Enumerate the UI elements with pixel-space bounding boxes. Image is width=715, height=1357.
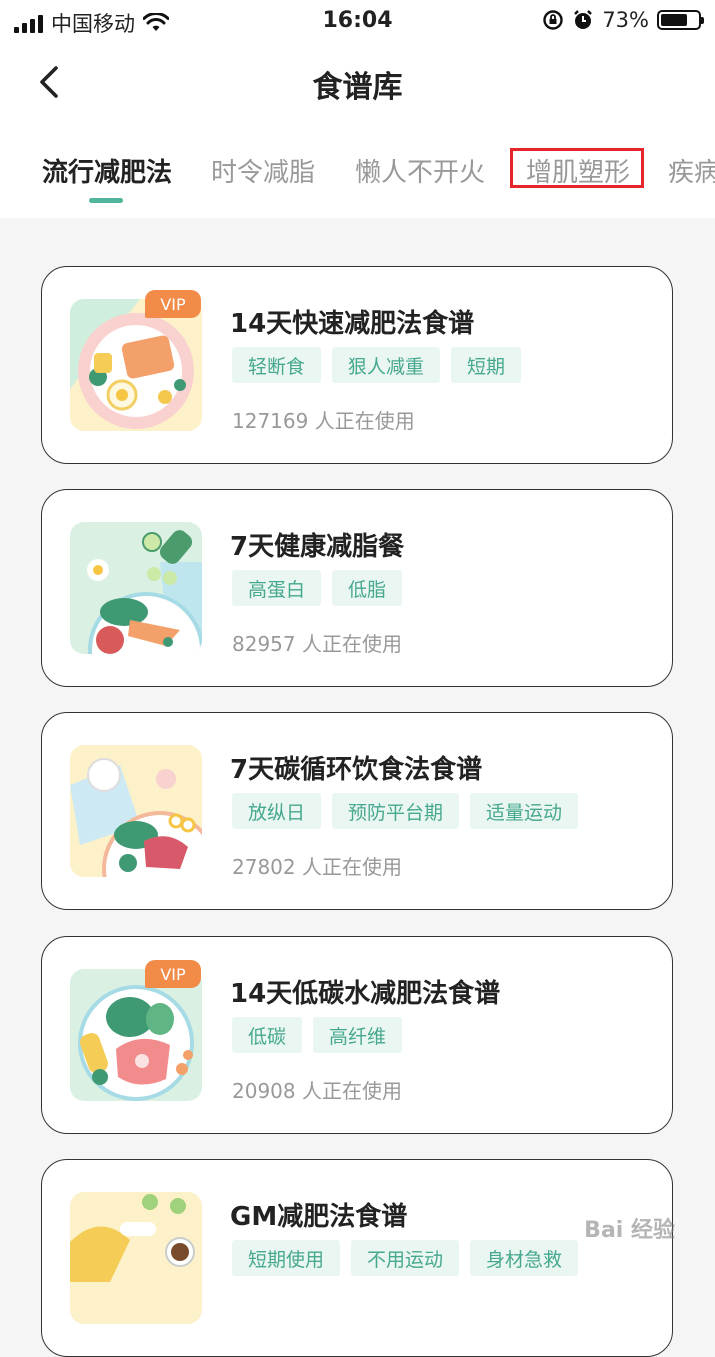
recipe-tags: 高蛋白 低脂 — [232, 570, 403, 606]
recipe-title: 7天碳循环饮食法食谱 — [230, 755, 483, 785]
recipe-tag: 低碳 — [232, 1017, 303, 1053]
vip-badge: VIP — [145, 960, 201, 988]
recipe-tag: 不用运动 — [351, 1240, 460, 1276]
active-tab-indicator — [89, 198, 123, 203]
category-tabs: 流行减肥法 时令减脂 懒人不开火 增肌塑形 疾病 — [0, 126, 715, 218]
recipe-tag: 高纤维 — [313, 1017, 403, 1053]
recipe-tags: 低碳 高纤维 — [232, 1017, 403, 1053]
recipe-tags: 轻断食 狠人减重 短期 — [232, 347, 522, 383]
tab-no-cook[interactable]: 懒人不开火 — [355, 152, 485, 189]
recipe-tags: 放纵日 预防平台期 适量运动 — [232, 793, 579, 829]
recipe-card[interactable]: VIP 14天低碳水减肥法食谱 低碳 高纤维 20908 人正在使用 — [41, 936, 673, 1134]
recipe-tag: 预防平台期 — [332, 793, 460, 829]
recipe-card[interactable]: 7天健康减脂餐 高蛋白 低脂 82957 人正在使用 — [41, 489, 673, 687]
tab-disease[interactable]: 疾病 — [668, 152, 715, 189]
vip-badge: VIP — [145, 290, 201, 318]
rotation-lock-icon — [543, 10, 564, 30]
user-count: 82957 人正在使用 — [232, 632, 402, 656]
nav-header: 食谱库 — [0, 42, 715, 126]
recipe-tag: 狠人减重 — [332, 347, 441, 383]
recipe-title: 14天快速减肥法食谱 — [230, 309, 475, 339]
battery-percent: 73% — [602, 8, 649, 32]
recipe-thumbnail — [70, 969, 202, 1101]
recipe-thumbnail — [70, 745, 202, 877]
user-count: 20908 人正在使用 — [232, 1079, 402, 1103]
recipe-thumbnail — [70, 522, 202, 654]
recipe-tag: 轻断食 — [232, 347, 322, 383]
recipe-tag: 低脂 — [332, 570, 403, 606]
recipe-tag: 放纵日 — [232, 793, 322, 829]
recipe-tag: 短期 — [451, 347, 522, 383]
tab-seasonal-fat-loss[interactable]: 时令减脂 — [211, 152, 315, 189]
recipe-tags: 短期使用 不用运动 身材急救 — [232, 1240, 579, 1276]
page-title: 食谱库 — [312, 70, 403, 105]
recipe-card[interactable]: GM减肥法食谱 短期使用 不用运动 身材急救 — [41, 1159, 673, 1357]
recipe-tag: 高蛋白 — [232, 570, 322, 606]
battery-level-fill — [661, 14, 688, 26]
recipe-card[interactable]: 7天碳循环饮食法食谱 放纵日 预防平台期 适量运动 27802 人正在使用 — [41, 712, 673, 910]
status-bar: 中国移动 16:04 73% — [0, 0, 715, 42]
recipe-card[interactable]: VIP 14天快速减肥法食谱 轻断食 狠人减重 短期 127169 人正在使用 — [41, 266, 673, 464]
chevron-left-icon — [40, 66, 58, 98]
tab-muscle-building[interactable]: 增肌塑形 — [526, 152, 630, 189]
tab-popular-diets[interactable]: 流行减肥法 — [42, 152, 172, 189]
recipe-thumbnail — [70, 299, 202, 431]
back-button[interactable] — [30, 60, 70, 104]
recipe-tag: 适量运动 — [470, 793, 579, 829]
recipe-tag: 短期使用 — [232, 1240, 341, 1276]
recipe-title: GM减肥法食谱 — [230, 1202, 408, 1232]
user-count: 27802 人正在使用 — [232, 855, 402, 879]
alarm-icon — [574, 10, 593, 29]
recipe-title: 14天低碳水减肥法食谱 — [230, 979, 501, 1009]
status-right: 73% — [542, 8, 704, 32]
user-count: 127169 人正在使用 — [232, 409, 415, 433]
recipe-thumbnail — [70, 1192, 202, 1324]
recipe-title: 7天健康减脂餐 — [230, 532, 405, 562]
recipe-tag: 身材急救 — [470, 1240, 579, 1276]
battery-icon — [657, 10, 704, 30]
